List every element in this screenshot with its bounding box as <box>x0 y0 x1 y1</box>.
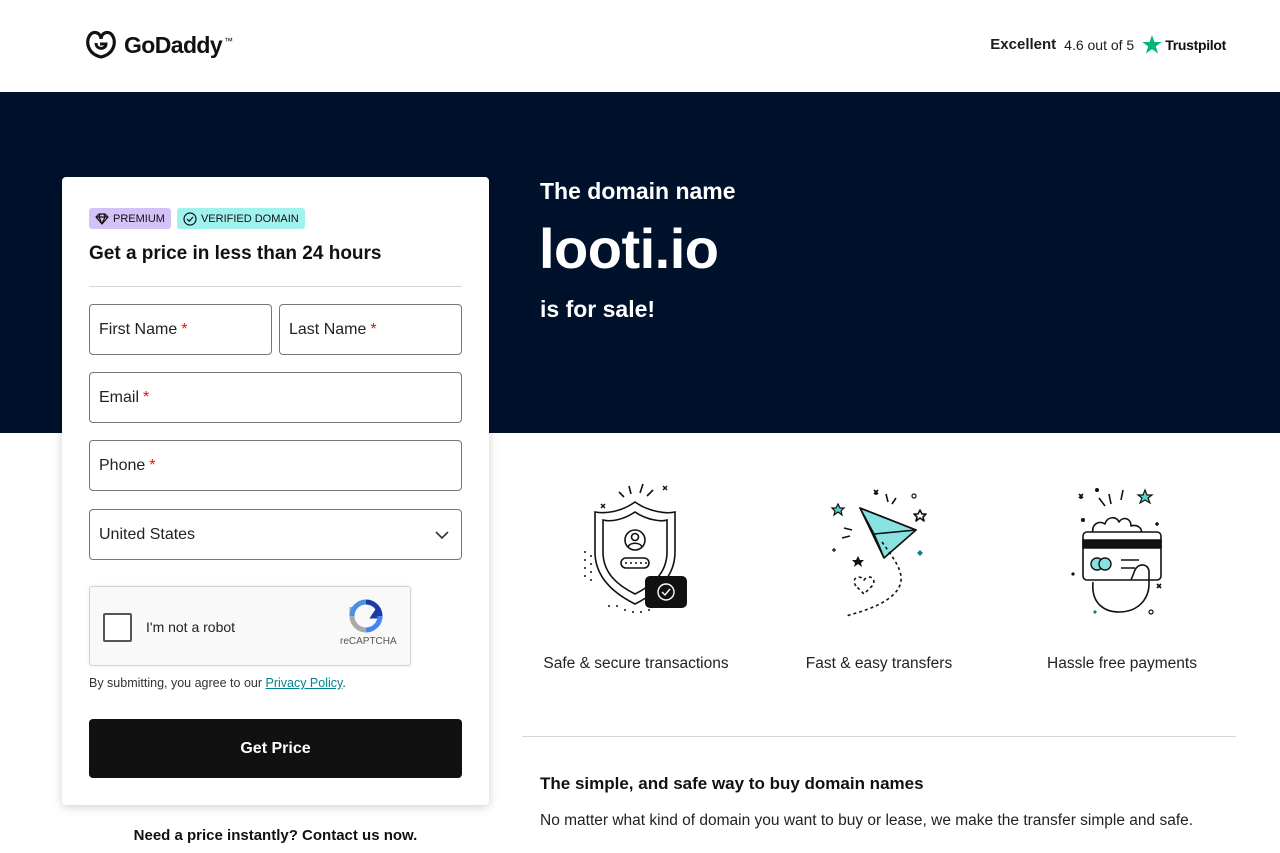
recaptcha-label: I'm not a robot <box>146 619 236 635</box>
verified-badge-label: VERIFIED DOMAIN <box>200 212 299 225</box>
recaptcha-checkbox[interactable] <box>103 613 132 642</box>
section-divider <box>522 736 1236 737</box>
site-header: GoDaddy ™ Excellent 4.6 out of 5 Trustpi… <box>0 0 1280 92</box>
phone-label: Phone <box>99 456 146 474</box>
price-request-form: PREMIUM VERIFIED DOMAIN Get a price in l… <box>62 177 489 805</box>
domain-badges: PREMIUM VERIFIED DOMAIN <box>89 208 305 229</box>
form-title: Get a price in less than 24 hours <box>89 243 382 264</box>
hero-subtitle: is for sale! <box>540 296 656 322</box>
diamond-icon <box>95 212 109 225</box>
country-select[interactable]: United States <box>89 509 462 560</box>
check-circle-icon <box>183 211 197 226</box>
country-value: United States <box>99 525 196 543</box>
trustpilot-label: Trustpilot <box>1165 36 1226 53</box>
card-payment-icon <box>1071 488 1162 615</box>
get-price-button[interactable]: Get Price <box>89 719 462 778</box>
trust-rating: 4.6 out of 5 <box>1064 36 1135 53</box>
email-label: Email <box>99 388 140 406</box>
email-field[interactable]: Email * <box>89 372 462 423</box>
info-body: No matter what kind of domain you want t… <box>540 812 1194 829</box>
feature-transfers: Fast & easy transfers <box>764 480 994 680</box>
last-name-field[interactable]: Last Name * <box>279 304 462 355</box>
first-name-label: First Name <box>99 320 178 338</box>
phone-field[interactable]: Phone * <box>89 440 462 491</box>
premium-badge-label: PREMIUM <box>113 212 165 225</box>
chevron-down-icon <box>435 530 449 539</box>
feature-payments-label: Hassle free payments <box>1047 655 1197 672</box>
shield-icon <box>584 483 687 613</box>
first-name-field[interactable]: First Name * <box>89 304 272 355</box>
form-divider <box>89 286 462 287</box>
trust-excellent: Excellent <box>990 36 1057 53</box>
required-mark: * <box>370 320 377 338</box>
privacy-policy-link[interactable]: Privacy Policy <box>265 676 342 690</box>
godaddy-logo[interactable]: GoDaddy ™ <box>84 30 233 60</box>
terms-suffix: . <box>342 676 346 690</box>
feature-transfers-label: Fast & easy transfers <box>805 655 953 672</box>
required-mark: * <box>149 456 156 474</box>
info-title: The simple, and safe way to buy domain n… <box>540 774 924 793</box>
godaddy-logo-icon <box>86 30 116 59</box>
feature-secure-label: Safe & secure transactions <box>543 655 729 672</box>
terms-prefix: By submitting, you agree to our <box>89 676 266 690</box>
recaptcha-logo-icon <box>349 599 383 633</box>
verified-badge: VERIFIED DOMAIN <box>176 208 305 229</box>
feature-payments: Hassle free payments <box>1007 480 1237 680</box>
premium-badge: PREMIUM <box>89 208 171 229</box>
recaptcha-brand: reCAPTCHA <box>340 636 397 647</box>
logo-trademark: ™ <box>224 36 234 46</box>
required-mark: * <box>143 388 150 406</box>
contact-link[interactable]: Need a price instantly? Contact us now. <box>62 827 489 844</box>
required-mark: * <box>181 320 188 338</box>
recaptcha-widget: I'm not a robot reCAPTCHA <box>89 586 411 666</box>
terms-notice: By submitting, you agree to our Privacy … <box>89 676 346 690</box>
hero-pretitle: The domain name <box>540 178 736 204</box>
feature-secure: Safe & secure transactions <box>521 480 751 680</box>
paper-plane-icon <box>830 489 927 617</box>
trustpilot-star-icon <box>1142 35 1163 54</box>
last-name-label: Last Name <box>289 320 367 338</box>
hero-domain-name: looti.io <box>539 217 719 280</box>
logo-text: GoDaddy <box>124 31 223 58</box>
trustpilot-brand: Trustpilot <box>1142 35 1226 54</box>
trustpilot-rating[interactable]: Excellent 4.6 out of 5 Trustpilot <box>990 35 1226 54</box>
